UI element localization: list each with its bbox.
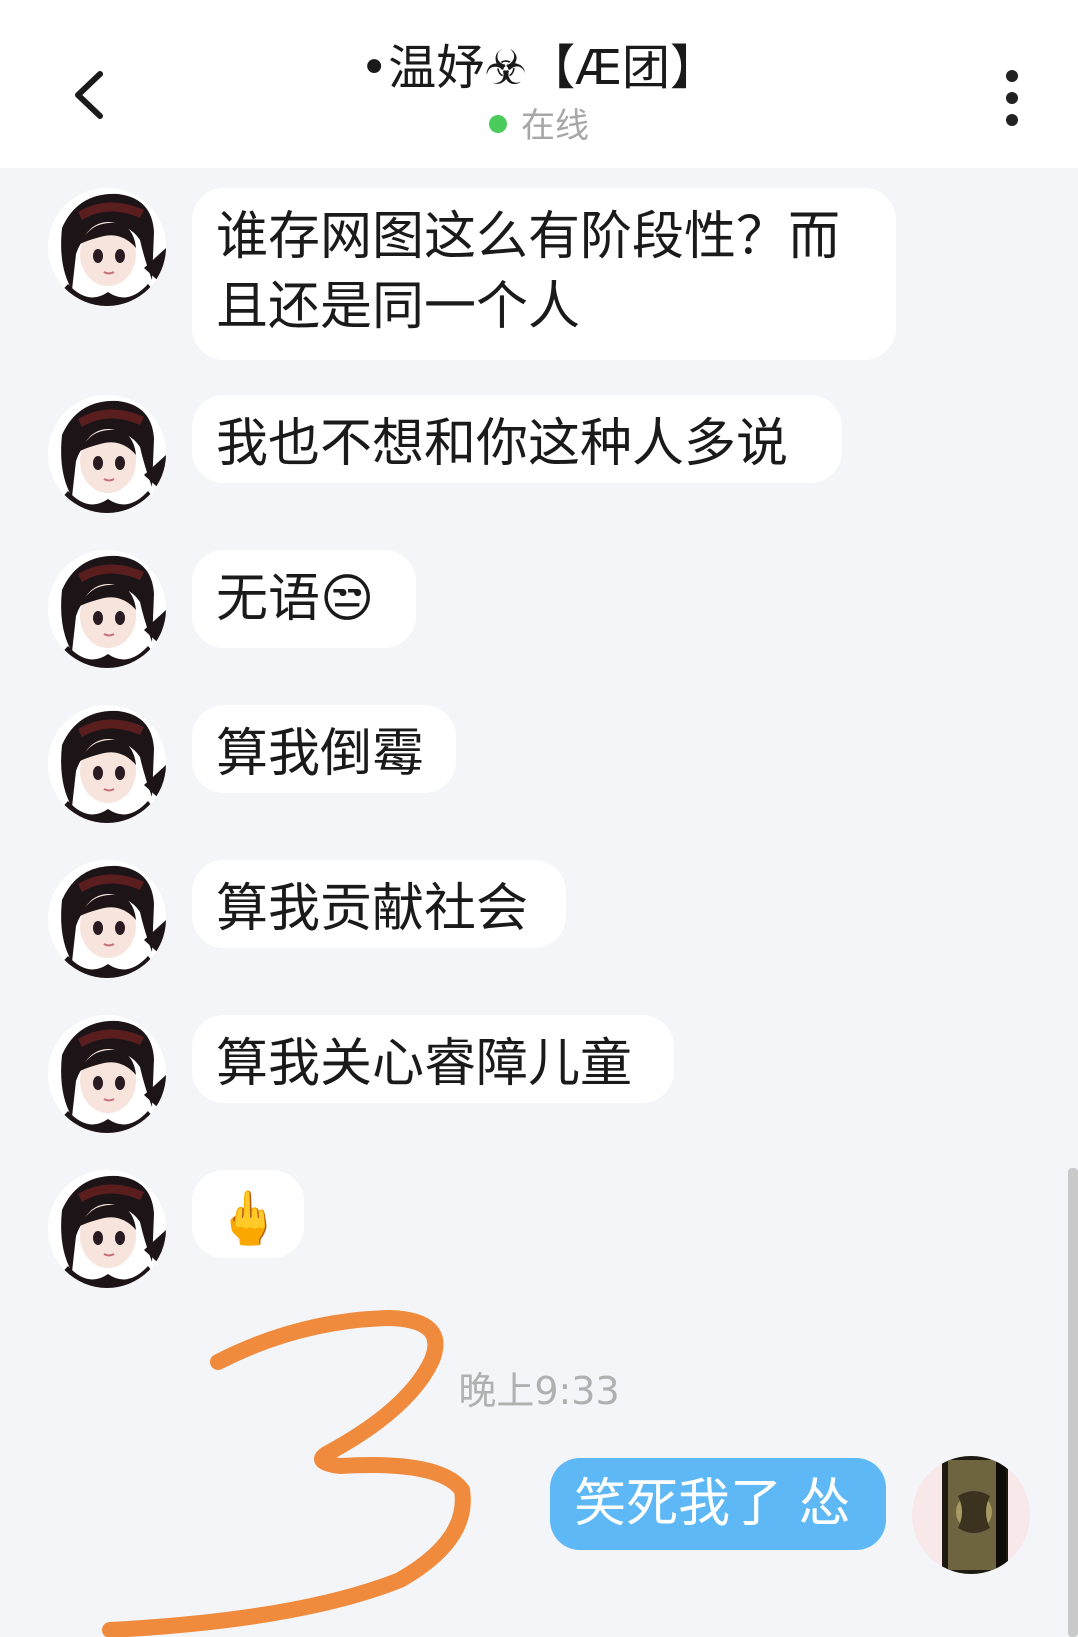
message-bubble[interactable]: 算我倒霉 bbox=[192, 705, 456, 793]
my-message-bubble[interactable]: 笑死我了 怂 bbox=[550, 1458, 886, 1550]
message-bubble[interactable]: 算我关心睿障儿童 bbox=[192, 1015, 674, 1103]
contact-avatar[interactable] bbox=[48, 550, 166, 668]
chat-header: •温妤☣【Æ团】 在线 bbox=[0, 0, 1078, 168]
message-text: 算我关心睿障儿童 bbox=[216, 1034, 633, 1094]
message-text: 笑死我了 怂 bbox=[574, 1474, 851, 1534]
message-text: 无语 bbox=[216, 569, 321, 629]
more-vertical-icon bbox=[1006, 70, 1018, 126]
contact-avatar[interactable] bbox=[48, 1015, 166, 1133]
message-text: 谁存网图这么有阶段性？而且还是同一个人 bbox=[216, 207, 841, 337]
message-bubble[interactable]: 无语😒 bbox=[192, 550, 416, 648]
message-timestamp: 晚上9:33 bbox=[458, 1369, 620, 1413]
more-options-button[interactable] bbox=[990, 66, 1034, 130]
message-bubble[interactable]: 我也不想和你这种人多说 bbox=[192, 395, 842, 483]
message-bubble[interactable]: 算我贡献社会 bbox=[192, 860, 566, 948]
scrollbar[interactable] bbox=[1068, 1168, 1078, 1637]
contact-avatar[interactable] bbox=[48, 188, 166, 306]
unamused-face-icon: 😒 bbox=[320, 569, 375, 629]
contact-avatar[interactable] bbox=[48, 395, 166, 513]
middle-finger-icon: 🖕 bbox=[216, 1189, 281, 1249]
contact-avatar[interactable] bbox=[48, 705, 166, 823]
message-text: 算我倒霉 bbox=[216, 724, 425, 784]
my-avatar[interactable] bbox=[912, 1456, 1030, 1574]
contact-avatar[interactable] bbox=[48, 1170, 166, 1288]
online-dot-icon bbox=[489, 115, 507, 133]
status-text: 在线 bbox=[521, 106, 589, 146]
message-bubble[interactable]: 🖕 bbox=[192, 1170, 304, 1258]
online-status: 在线 bbox=[0, 104, 1078, 148]
message-text: 我也不想和你这种人多说 bbox=[216, 414, 789, 474]
message-bubble[interactable]: 谁存网图这么有阶段性？而且还是同一个人 bbox=[192, 188, 896, 360]
contact-avatar[interactable] bbox=[48, 860, 166, 978]
chat-title: •温妤☣【Æ团】 bbox=[359, 40, 719, 96]
message-text: 算我贡献社会 bbox=[216, 879, 529, 939]
